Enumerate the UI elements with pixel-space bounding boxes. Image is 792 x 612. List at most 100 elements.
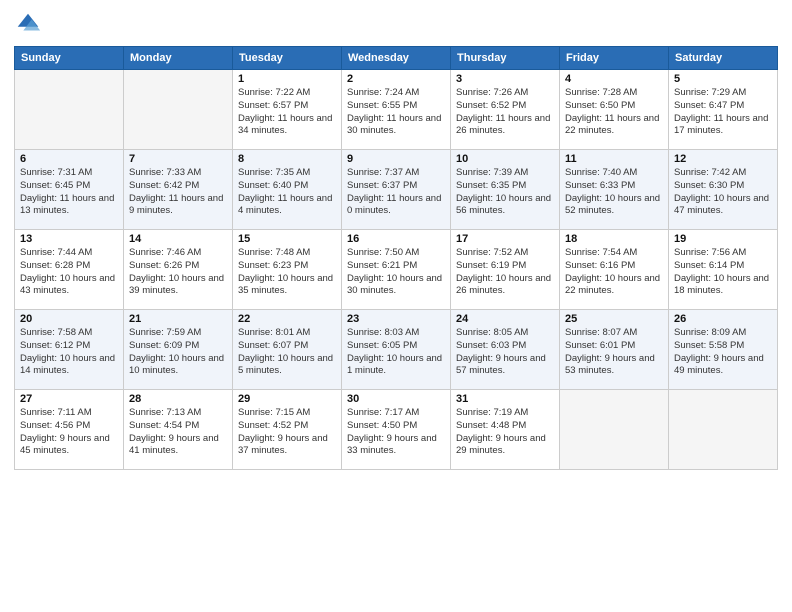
logo-icon [14, 10, 42, 38]
calendar-table: SundayMondayTuesdayWednesdayThursdayFrid… [14, 46, 778, 470]
day-number: 3 [456, 73, 554, 85]
calendar-cell: 25 Sunrise: 8:07 AMSunset: 6:01 PMDayligh… [560, 310, 669, 390]
day-number: 20 [20, 313, 118, 325]
day-number: 1 [238, 73, 336, 85]
day-info: Sunrise: 8:01 AMSunset: 6:07 PMDaylight:… [238, 327, 336, 378]
day-number: 2 [347, 73, 445, 85]
weekday-header-saturday: Saturday [669, 47, 778, 70]
weekday-header-wednesday: Wednesday [342, 47, 451, 70]
calendar-cell: 20 Sunrise: 7:58 AMSunset: 6:12 PMDayligh… [15, 310, 124, 390]
weekday-header-tuesday: Tuesday [233, 47, 342, 70]
day-info: Sunrise: 7:31 AMSunset: 6:45 PMDaylight:… [20, 167, 118, 218]
day-info: Sunrise: 8:03 AMSunset: 6:05 PMDaylight:… [347, 327, 445, 378]
day-info: Sunrise: 7:48 AMSunset: 6:23 PMDaylight:… [238, 247, 336, 298]
day-info: Sunrise: 7:56 AMSunset: 6:14 PMDaylight:… [674, 247, 772, 298]
calendar-cell: 4 Sunrise: 7:28 AMSunset: 6:50 PMDaylight… [560, 70, 669, 150]
day-number: 13 [20, 233, 118, 245]
calendar-cell: 24 Sunrise: 8:05 AMSunset: 6:03 PMDayligh… [451, 310, 560, 390]
day-number: 27 [20, 393, 118, 405]
day-info: Sunrise: 7:13 AMSunset: 4:54 PMDaylight:… [129, 407, 227, 458]
calendar-cell: 10Sunrise: 7:39 AMSunset: 6:35 PMDayligh… [451, 150, 560, 230]
calendar-cell: 13 Sunrise: 7:44 AMSunset: 6:28 PMDayligh… [15, 230, 124, 310]
calendar-cell: 31 Sunrise: 7:19 AMSunset: 4:48 PMDayligh… [451, 390, 560, 470]
day-info: Sunrise: 7:15 AMSunset: 4:52 PMDaylight:… [238, 407, 336, 458]
day-info: Sunrise: 7:44 AMSunset: 6:28 PMDaylight:… [20, 247, 118, 298]
calendar-cell: 14Sunrise: 7:46 AMSunset: 6:26 PMDayligh… [124, 230, 233, 310]
day-number: 8 [238, 153, 336, 165]
day-info: Sunrise: 7:59 AMSunset: 6:09 PMDaylight:… [129, 327, 227, 378]
calendar-cell: 6 Sunrise: 7:31 AMSunset: 6:45 PMDaylight… [15, 150, 124, 230]
day-info: Sunrise: 7:58 AMSunset: 6:12 PMDaylight:… [20, 327, 118, 378]
calendar-cell: 7 Sunrise: 7:33 AMSunset: 6:42 PMDaylight… [124, 150, 233, 230]
calendar-cell: 11 Sunrise: 7:40 AMSunset: 6:33 PMDayligh… [560, 150, 669, 230]
day-number: 21 [129, 313, 227, 325]
day-info: Sunrise: 7:50 AMSunset: 6:21 PMDaylight:… [347, 247, 445, 298]
page: SundayMondayTuesdayWednesdayThursdayFrid… [0, 0, 792, 612]
week-row-4: 20 Sunrise: 7:58 AMSunset: 6:12 PMDayligh… [15, 310, 778, 390]
day-info: Sunrise: 7:17 AMSunset: 4:50 PMDaylight:… [347, 407, 445, 458]
logo [14, 10, 46, 38]
day-number: 31 [456, 393, 554, 405]
day-number: 5 [674, 73, 772, 85]
day-number: 24 [456, 313, 554, 325]
day-number: 9 [347, 153, 445, 165]
day-info: Sunrise: 7:22 AMSunset: 6:57 PMDaylight:… [238, 87, 336, 138]
calendar-cell [560, 390, 669, 470]
day-info: Sunrise: 7:33 AMSunset: 6:42 PMDaylight:… [129, 167, 227, 218]
calendar-cell [15, 70, 124, 150]
day-info: Sunrise: 7:40 AMSunset: 6:33 PMDaylight:… [565, 167, 663, 218]
week-row-2: 6 Sunrise: 7:31 AMSunset: 6:45 PMDaylight… [15, 150, 778, 230]
day-number: 29 [238, 393, 336, 405]
day-info: Sunrise: 8:07 AMSunset: 6:01 PMDaylight:… [565, 327, 663, 378]
day-number: 30 [347, 393, 445, 405]
calendar-cell: 12Sunrise: 7:42 AMSunset: 6:30 PMDayligh… [669, 150, 778, 230]
weekday-header-sunday: Sunday [15, 47, 124, 70]
day-number: 17 [456, 233, 554, 245]
day-number: 6 [20, 153, 118, 165]
day-number: 16 [347, 233, 445, 245]
day-info: Sunrise: 8:05 AMSunset: 6:03 PMDaylight:… [456, 327, 554, 378]
calendar-cell: 26 Sunrise: 8:09 AMSunset: 5:58 PMDayligh… [669, 310, 778, 390]
calendar-cell: 30 Sunrise: 7:17 AMSunset: 4:50 PMDayligh… [342, 390, 451, 470]
day-number: 7 [129, 153, 227, 165]
calendar-cell: 15 Sunrise: 7:48 AMSunset: 6:23 PMDayligh… [233, 230, 342, 310]
calendar-cell: 23Sunrise: 8:03 AMSunset: 6:05 PMDayligh… [342, 310, 451, 390]
day-info: Sunrise: 7:52 AMSunset: 6:19 PMDaylight:… [456, 247, 554, 298]
day-number: 22 [238, 313, 336, 325]
calendar-cell: 5 Sunrise: 7:29 AMSunset: 6:47 PMDaylight… [669, 70, 778, 150]
weekday-header-friday: Friday [560, 47, 669, 70]
day-number: 10 [456, 153, 554, 165]
day-info: Sunrise: 7:54 AMSunset: 6:16 PMDaylight:… [565, 247, 663, 298]
day-number: 15 [238, 233, 336, 245]
calendar-cell: 3Sunrise: 7:26 AMSunset: 6:52 PMDaylight… [451, 70, 560, 150]
calendar-cell: 9 Sunrise: 7:37 AMSunset: 6:37 PMDaylight… [342, 150, 451, 230]
day-info: Sunrise: 7:24 AMSunset: 6:55 PMDaylight:… [347, 87, 445, 138]
calendar-cell: 17 Sunrise: 7:52 AMSunset: 6:19 PMDayligh… [451, 230, 560, 310]
week-row-1: 1 Sunrise: 7:22 AMSunset: 6:57 PMDaylight… [15, 70, 778, 150]
calendar-cell: 28 Sunrise: 7:13 AMSunset: 4:54 PMDayligh… [124, 390, 233, 470]
weekday-header-row: SundayMondayTuesdayWednesdayThursdayFrid… [15, 47, 778, 70]
calendar-cell: 27 Sunrise: 7:11 AMSunset: 4:56 PMDayligh… [15, 390, 124, 470]
calendar-cell [124, 70, 233, 150]
day-number: 11 [565, 153, 663, 165]
day-number: 28 [129, 393, 227, 405]
day-number: 26 [674, 313, 772, 325]
calendar-cell: 1 Sunrise: 7:22 AMSunset: 6:57 PMDaylight… [233, 70, 342, 150]
header [14, 10, 778, 38]
day-number: 4 [565, 73, 663, 85]
calendar-cell: 21 Sunrise: 7:59 AMSunset: 6:09 PMDayligh… [124, 310, 233, 390]
day-number: 19 [674, 233, 772, 245]
weekday-header-thursday: Thursday [451, 47, 560, 70]
day-info: Sunrise: 7:28 AMSunset: 6:50 PMDaylight:… [565, 87, 663, 138]
calendar-cell [669, 390, 778, 470]
day-info: Sunrise: 7:19 AMSunset: 4:48 PMDaylight:… [456, 407, 554, 458]
weekday-header-monday: Monday [124, 47, 233, 70]
day-info: Sunrise: 8:09 AMSunset: 5:58 PMDaylight:… [674, 327, 772, 378]
calendar-cell: 16 Sunrise: 7:50 AMSunset: 6:21 PMDayligh… [342, 230, 451, 310]
day-info: Sunrise: 7:11 AMSunset: 4:56 PMDaylight:… [20, 407, 118, 458]
day-info: Sunrise: 7:29 AMSunset: 6:47 PMDaylight:… [674, 87, 772, 138]
day-info: Sunrise: 7:37 AMSunset: 6:37 PMDaylight:… [347, 167, 445, 218]
week-row-3: 13 Sunrise: 7:44 AMSunset: 6:28 PMDayligh… [15, 230, 778, 310]
day-number: 25 [565, 313, 663, 325]
week-row-5: 27 Sunrise: 7:11 AMSunset: 4:56 PMDayligh… [15, 390, 778, 470]
